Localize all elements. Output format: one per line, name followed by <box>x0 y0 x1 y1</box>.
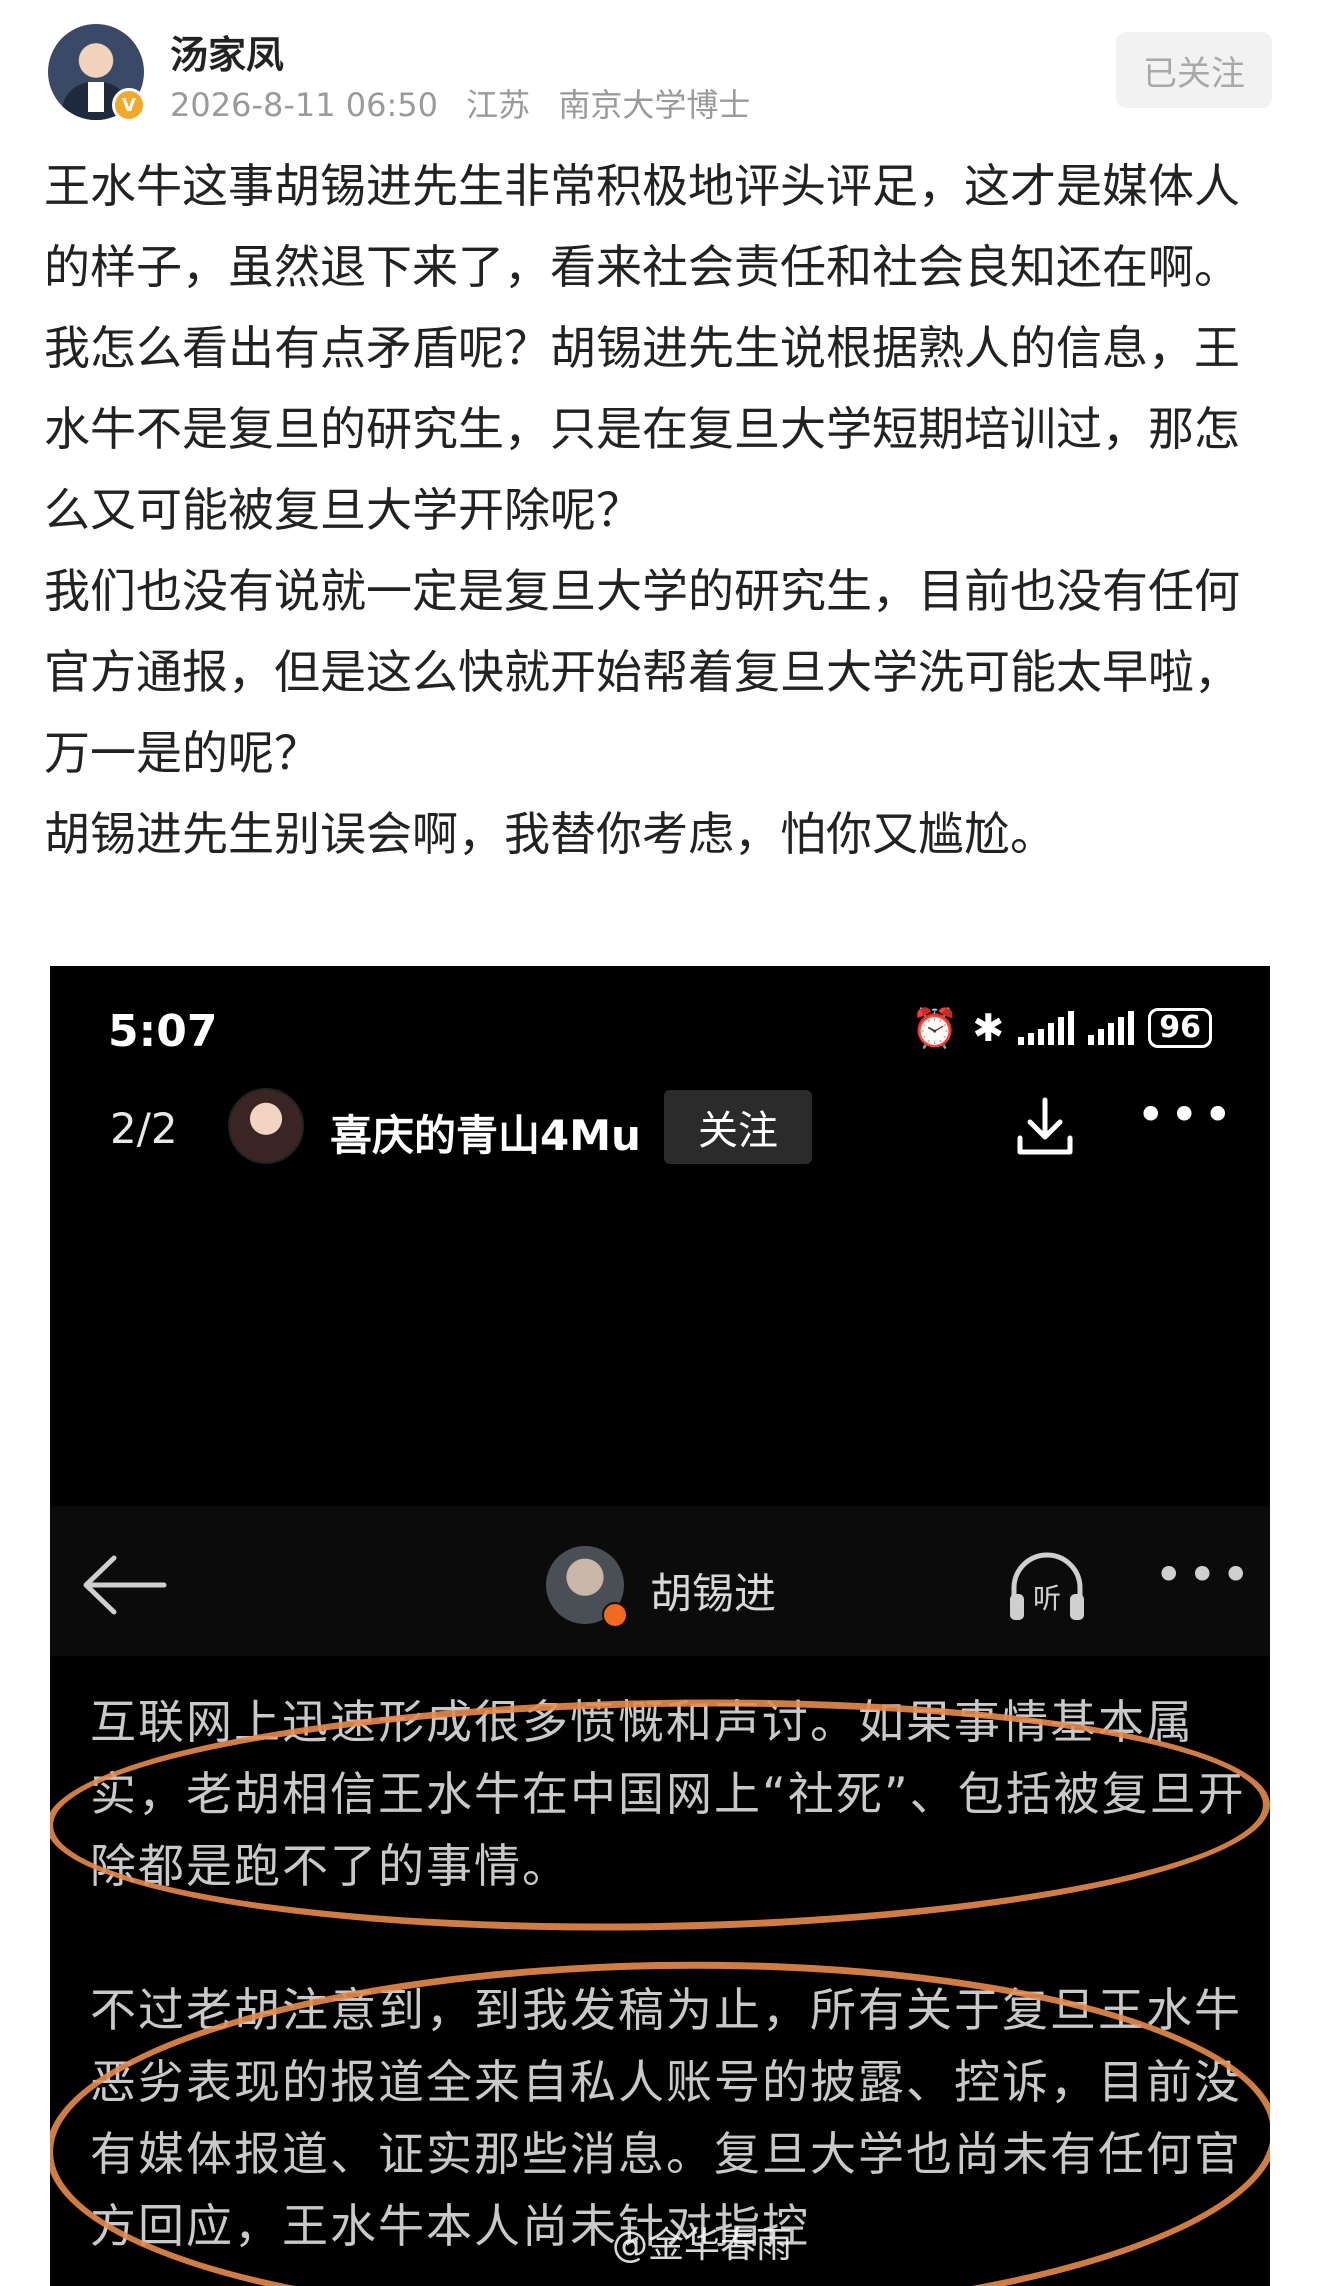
post-paragraph: 胡锡进先生别误会啊，我替你考虑，怕你又尴尬。 <box>44 807 1056 861</box>
post-body: 王水牛这事胡锡进先生非常积极地评头评足，这才是媒体人的样子，虽然退下来了，看来社… <box>44 146 1284 875</box>
embedded-screenshot[interactable]: 5:07 ⏰ ✱ 96 2/2 喜庆的青山4Mu 关注 ••• 胡锡进 听 ••… <box>50 966 1270 2286</box>
verified-badge-icon <box>602 1602 628 1628</box>
listen-label: 听 <box>1033 1582 1061 1615</box>
post-location: 江苏 <box>466 86 531 124</box>
page-count: 2/2 <box>110 1104 178 1153</box>
post-meta: 2026-8-11 06:50 江苏 南京大学博士 <box>170 80 768 126</box>
author-title-tag: 南京大学博士 <box>558 86 751 124</box>
article-header-bar: 胡锡进 听 ••• <box>50 1506 1270 1656</box>
follow-button[interactable]: 关注 <box>664 1090 812 1164</box>
watermark: @金华春雨 <box>612 2225 793 2266</box>
status-icons: ⏰ ✱ 96 <box>911 1008 1212 1048</box>
user-avatar[interactable] <box>228 1088 304 1164</box>
article-author-name[interactable]: 胡锡进 <box>650 1560 776 1621</box>
alarm-icon: ⏰ <box>911 1006 959 1050</box>
post-paragraph: 我怎么看出有点矛盾呢？胡锡进先生说根据熟人的信息，王水牛不是复旦的研究生，只是在… <box>44 321 1240 537</box>
author-name[interactable]: 汤家凤 <box>170 24 284 79</box>
status-bar: 5:07 ⏰ ✱ 96 <box>50 966 1270 1076</box>
article-more-icon[interactable]: ••• <box>1154 1546 1254 1604</box>
following-button[interactable]: 已关注 <box>1116 32 1272 108</box>
avatar-shirt <box>88 82 104 112</box>
username[interactable]: 喜庆的青山4Mu <box>330 1102 641 1163</box>
bluetooth-icon: ✱ <box>972 1006 1005 1050</box>
post-header: V 汤家凤 2026-8-11 06:50 江苏 南京大学博士 已关注 <box>48 24 1272 124</box>
back-arrow-icon[interactable] <box>80 1550 170 1620</box>
signal-icon <box>1088 1011 1135 1045</box>
post-paragraph: 我们也没有说就一定是复旦大学的研究生，目前也没有任何官方通报，但是这么快就开始帮… <box>44 564 1240 780</box>
post-date: 2026-8-11 06:50 <box>170 86 438 124</box>
post-paragraph: 王水牛这事胡锡进先生非常积极地评头评足，这才是媒体人的样子，虽然退下来了，看来社… <box>44 159 1240 294</box>
verified-badge-icon: V <box>112 88 146 122</box>
more-icon[interactable]: ••• <box>1136 1086 1236 1144</box>
headphones-icon[interactable]: 听 <box>1002 1542 1092 1632</box>
signal-icon <box>1018 1011 1075 1045</box>
viewer-top-bar: 2/2 喜庆的青山4Mu 关注 ••• <box>50 1076 1270 1176</box>
status-time: 5:07 <box>108 1006 218 1057</box>
battery-indicator: 96 <box>1148 1008 1212 1048</box>
download-icon[interactable] <box>1010 1092 1080 1162</box>
